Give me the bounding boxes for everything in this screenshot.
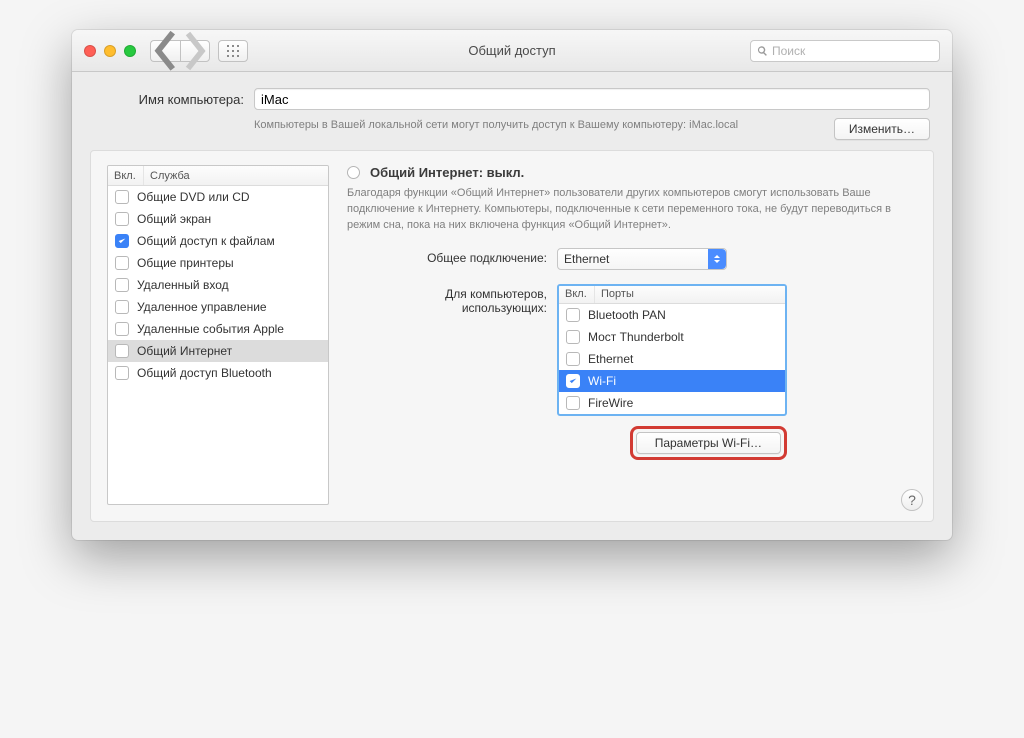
ports-header: Вкл. Порты bbox=[559, 286, 785, 304]
status-radio-icon bbox=[347, 166, 360, 179]
service-label: Общий доступ Bluetooth bbox=[137, 366, 272, 380]
computer-desc: Компьютеры в Вашей локальной сети могут … bbox=[254, 118, 824, 133]
search-input[interactable] bbox=[772, 44, 933, 58]
connection-value: Ethernet bbox=[564, 252, 609, 266]
services-col-enabled: Вкл. bbox=[108, 166, 144, 185]
wifi-options-highlight: Параметры Wi-Fi… bbox=[630, 426, 787, 460]
service-label: Удаленное управление bbox=[137, 300, 267, 314]
port-label: Wi-Fi bbox=[588, 374, 616, 388]
edit-button[interactable]: Изменить… bbox=[834, 118, 930, 140]
port-label: FireWire bbox=[588, 396, 633, 410]
service-row[interactable]: Общий Интернет bbox=[108, 340, 328, 362]
status-row: Общий Интернет: выкл. bbox=[347, 165, 917, 180]
ports-wrap: Вкл. Порты Bluetooth PAN Мост Thunderbolt… bbox=[557, 284, 787, 460]
service-row[interactable]: Общие DVD или CD bbox=[108, 186, 328, 208]
checkbox[interactable] bbox=[115, 278, 129, 292]
port-row[interactable]: Мост Thunderbolt bbox=[559, 326, 785, 348]
service-row[interactable]: Удаленное управление bbox=[108, 296, 328, 318]
services-header: Вкл. Служба bbox=[108, 166, 328, 186]
sharing-preferences-window: Общий доступ Имя компьютера: Компьютеры … bbox=[72, 30, 952, 540]
service-label: Удаленный вход bbox=[137, 278, 229, 292]
search-field[interactable] bbox=[750, 40, 940, 62]
service-label: Общий Интернет bbox=[137, 344, 232, 358]
port-label: Мост Thunderbolt bbox=[588, 330, 684, 344]
traffic-lights bbox=[84, 45, 136, 57]
port-row[interactable]: FireWire bbox=[559, 392, 785, 414]
chevron-up-down-icon bbox=[708, 249, 726, 269]
zoom-button[interactable] bbox=[124, 45, 136, 57]
connection-label: Общее подключение: bbox=[347, 248, 547, 265]
close-button[interactable] bbox=[84, 45, 96, 57]
connection-select[interactable]: Ethernet bbox=[557, 248, 727, 270]
wifi-options-button[interactable]: Параметры Wi-Fi… bbox=[636, 432, 781, 454]
services-col-service: Служба bbox=[144, 166, 328, 185]
service-label: Общие DVD или CD bbox=[137, 190, 250, 204]
checkbox[interactable] bbox=[566, 396, 580, 410]
port-row[interactable]: Ethernet bbox=[559, 348, 785, 370]
ports-col-enabled: Вкл. bbox=[559, 286, 595, 303]
nav-buttons bbox=[150, 40, 210, 62]
checkbox[interactable] bbox=[566, 374, 580, 388]
computer-name-row: Имя компьютера: bbox=[90, 88, 934, 114]
content: Имя компьютера: Компьютеры в Вашей локал… bbox=[72, 72, 952, 540]
port-row[interactable]: Wi-Fi bbox=[559, 370, 785, 392]
computer-name-input[interactable] bbox=[254, 88, 930, 110]
port-label: Ethernet bbox=[588, 352, 633, 366]
service-row[interactable]: Удаленные события Apple bbox=[108, 318, 328, 340]
detail-pane: Общий Интернет: выкл. Благодаря функции … bbox=[347, 165, 917, 505]
service-label: Общий экран bbox=[137, 212, 211, 226]
checkbox[interactable] bbox=[566, 330, 580, 344]
search-icon bbox=[757, 45, 768, 57]
help-button[interactable]: ? bbox=[901, 489, 923, 511]
checkbox[interactable] bbox=[566, 308, 580, 322]
service-row[interactable]: Общий экран bbox=[108, 208, 328, 230]
titlebar: Общий доступ bbox=[72, 30, 952, 72]
checkbox[interactable] bbox=[115, 212, 129, 226]
checkbox[interactable] bbox=[115, 344, 129, 358]
ports-list[interactable]: Вкл. Порты Bluetooth PAN Мост Thunderbolt… bbox=[557, 284, 787, 416]
checkbox[interactable] bbox=[115, 234, 129, 248]
show-all-button[interactable] bbox=[218, 40, 248, 62]
port-row[interactable]: Bluetooth PAN bbox=[559, 304, 785, 326]
service-row[interactable]: Удаленный вход bbox=[108, 274, 328, 296]
checkbox[interactable] bbox=[115, 300, 129, 314]
connection-row: Общее подключение: Ethernet bbox=[347, 248, 917, 270]
service-row[interactable]: Общие принтеры bbox=[108, 252, 328, 274]
computer-name-label: Имя компьютера: bbox=[94, 92, 244, 107]
ports-label: Для компьютеров, использующих: bbox=[347, 284, 547, 315]
computer-desc-row: Компьютеры в Вашей локальной сети могут … bbox=[90, 114, 934, 150]
ports-col-ports: Порты bbox=[595, 286, 785, 303]
port-label: Bluetooth PAN bbox=[588, 308, 666, 322]
minimize-button[interactable] bbox=[104, 45, 116, 57]
service-label: Общие принтеры bbox=[137, 256, 234, 270]
info-text: Благодаря функции «Общий Интернет» польз… bbox=[347, 186, 917, 234]
checkbox[interactable] bbox=[115, 366, 129, 380]
service-row[interactable]: Общий доступ Bluetooth bbox=[108, 362, 328, 384]
service-label: Общий доступ к файлам bbox=[137, 234, 275, 248]
forward-button[interactable] bbox=[180, 40, 210, 62]
sharing-panel: Вкл. Служба Общие DVD или CD Общий экран О… bbox=[90, 150, 934, 522]
services-list[interactable]: Вкл. Служба Общие DVD или CD Общий экран О… bbox=[107, 165, 329, 505]
back-button[interactable] bbox=[150, 40, 180, 62]
checkbox[interactable] bbox=[115, 256, 129, 270]
wifi-options-wrap: Параметры Wi-Fi… bbox=[557, 426, 787, 460]
status-label: Общий Интернет: выкл. bbox=[370, 165, 524, 180]
service-label: Удаленные события Apple bbox=[137, 322, 284, 336]
checkbox[interactable] bbox=[115, 190, 129, 204]
checkbox[interactable] bbox=[115, 322, 129, 336]
service-row[interactable]: Общий доступ к файлам bbox=[108, 230, 328, 252]
checkbox[interactable] bbox=[566, 352, 580, 366]
ports-row: Для компьютеров, использующих: Вкл. Порт… bbox=[347, 284, 917, 460]
